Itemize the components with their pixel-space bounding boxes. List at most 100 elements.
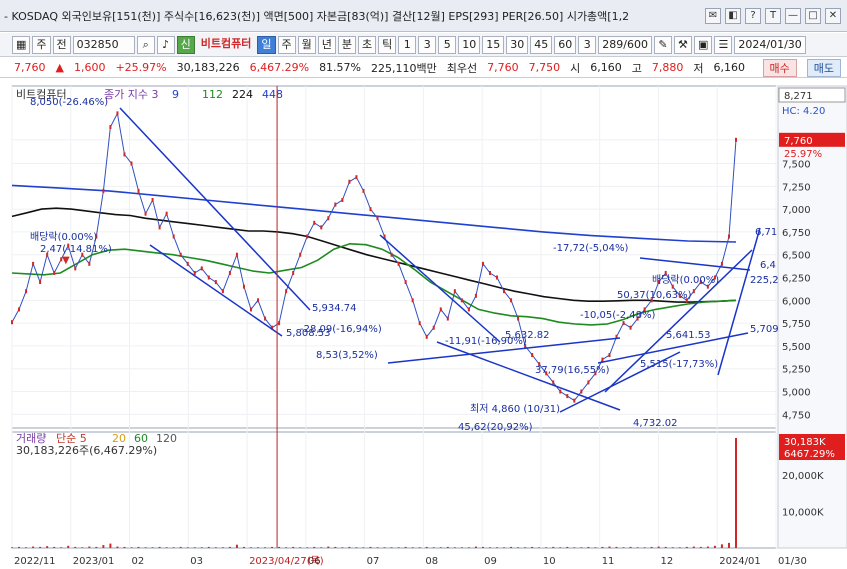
volume-bar [383,547,386,548]
bid-price: 7,750 [528,61,561,74]
maximize-button[interactable]: □ [805,7,821,24]
chart-annotation: 5,709 [750,324,779,335]
interval-60[interactable]: 60 [554,35,577,54]
volume-bar [186,547,189,548]
prev-button[interactable]: 전 [52,35,71,54]
volume-bar [271,546,274,548]
price-bar [32,261,35,266]
y-tick-label: 6,500 [782,251,811,262]
volume-bar [242,546,245,548]
draw-icon[interactable]: ✎ [653,35,672,54]
price-bar [348,179,351,184]
tab-minute[interactable]: 분 [337,35,357,54]
price-bar [601,357,604,362]
volume-bar [53,546,56,548]
y-tick-label: 7,250 [782,182,811,193]
y-tick-label: 5,750 [782,319,811,330]
volume-bar [390,547,393,548]
interval-15[interactable]: 15 [482,35,505,54]
save-icon[interactable]: ▣ [693,35,713,54]
interval-30[interactable]: 30 [506,35,529,54]
search-icon[interactable]: ⌕ [136,35,155,54]
chart-annotation: 배당락(0.00%) [652,274,719,286]
mail-icon[interactable]: ✉ [705,7,721,24]
interval-45[interactable]: 45 [530,35,553,54]
text-icon[interactable]: T [765,7,781,24]
volume-bar [327,546,330,548]
interval-1[interactable]: 1 [398,35,417,54]
tab-week[interactable]: 주 [277,35,296,54]
tab-month[interactable]: 월 [297,35,316,54]
volume-bar [615,546,618,548]
price-bar [285,289,288,294]
layout-icon[interactable]: ◧ [725,7,741,24]
volume-current: 30,183,226주(6,467.29%) [16,444,157,457]
price-bar [362,188,365,193]
price-bar [207,275,210,280]
chart-area[interactable]: 4,750 5,000 5,250 5,500 5,750 6,000 6,250 6,500… [0,80,847,567]
price-bar [334,202,337,207]
price-chart[interactable]: 4,750 5,000 5,250 5,500 5,750 6,000 6,250 6,500… [0,80,847,567]
price-bar [355,175,358,180]
x-tick-label: 08 [425,556,438,566]
chart-annotation: 8,53(3,52%) [316,350,378,361]
tab-year[interactable]: 년 [317,35,336,54]
buy-button[interactable]: 매수 [762,58,797,77]
volume-bar [130,547,133,548]
price-bar [587,380,590,385]
count-field[interactable]: 289/600 [598,35,652,54]
price-bar [130,161,133,166]
x-tick-label: 12 [660,556,673,566]
interval-select[interactable]: 3 [578,35,597,54]
new-badge[interactable]: 신 [176,35,195,54]
speaker-icon[interactable]: ♪ [156,35,175,54]
volume-bar [608,546,611,548]
price-box-label: 8,271 [784,91,813,102]
price-bar [165,211,168,216]
low-label: 저 [693,61,704,75]
close-button[interactable]: ✕ [825,7,841,24]
x-tick-label: 09 [484,556,497,566]
volume-bar [481,546,484,548]
minimize-button[interactable]: — [785,7,801,24]
price-bar [235,252,238,257]
tab-day[interactable]: 일 [257,35,276,54]
grid-icon[interactable]: ▦ [12,35,31,54]
tab-second[interactable]: 초 [358,35,377,54]
window-title: - KOSDAQ 외국인보유[151(천)] 주식수[16,623(천)] 액면… [4,9,630,23]
chart-annotation: -10,05(-2,48%) [580,310,656,321]
interval-3[interactable]: 3 [418,35,437,54]
tab-tick[interactable]: 틱 [378,35,397,54]
chart-annotation: -28,09(-16,94%) [300,324,382,335]
volume-bar [285,547,288,548]
price-bar [299,252,302,257]
price-bar [439,307,442,312]
volume-bar [545,547,548,548]
chart-annotation: 4,732.02 [633,418,678,429]
price-bar [116,111,119,116]
date-field[interactable]: 2024/01/30 [734,35,806,54]
y-tick-label: 7,500 [782,160,811,171]
x-tick-label: 03 [190,556,203,566]
interval-5[interactable]: 5 [438,35,457,54]
type-select[interactable]: 주 [32,35,51,54]
volume-bar [552,546,555,548]
volume-bar [432,547,435,548]
volume-bar [348,546,351,548]
help-icon[interactable]: ? [745,7,761,24]
interval-10[interactable]: 10 [458,35,481,54]
volume-bar [664,546,667,548]
sell-button[interactable]: 매도 [806,58,841,77]
volume-bar [594,547,597,548]
price-bar [341,198,344,202]
volume-bar [488,547,491,548]
settings-icon[interactable]: ☰ [714,35,733,54]
price-bar [109,125,112,130]
price-bar [517,316,520,321]
volume-bar [524,547,527,548]
price-bar [432,325,435,330]
volume-bar [207,546,210,548]
chart-annotation: 37,79(16,55%) [535,365,610,376]
tool-icon[interactable]: ⚒ [673,35,692,54]
stock-code-input[interactable]: 032850 [72,35,135,54]
